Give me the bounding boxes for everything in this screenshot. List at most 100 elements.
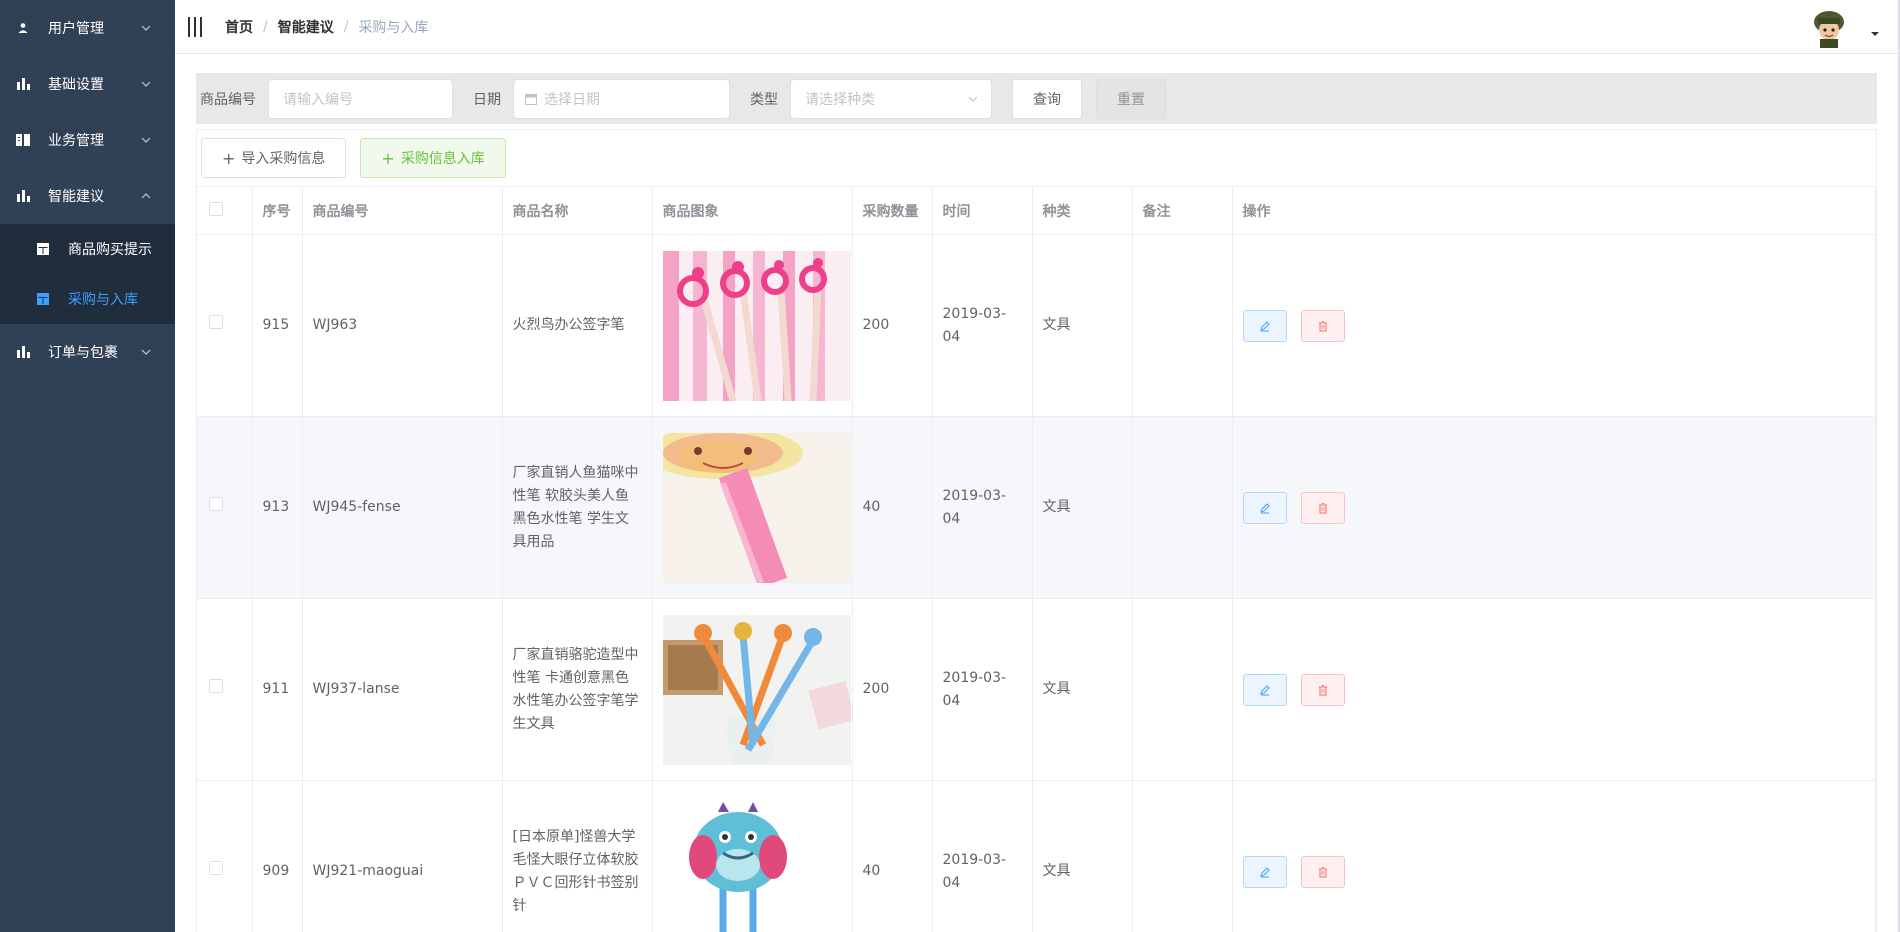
cell-name: 火烈鸟办公签字笔 <box>502 234 653 417</box>
delete-button[interactable] <box>1300 855 1345 888</box>
col-header-image[interactable]: 商品图象 <box>652 186 853 235</box>
cell-note <box>1132 780 1233 932</box>
breadcrumb: 首页 / 智能建议 / 采购与入库 <box>225 17 428 37</box>
cell-actions <box>1232 598 1876 781</box>
table-row[interactable]: 913 WJ945-fense 厂家直销人鱼猫咪中性笔 软胶头美人鱼黑色水性笔 … <box>197 416 1876 599</box>
cell-note <box>1132 598 1233 781</box>
sidebar-item-basic-settings[interactable]: 基础设置 <box>0 56 175 112</box>
cell-date: 2019-03-04 <box>932 234 1033 417</box>
sidebar-item-orders-packages[interactable]: 订单与包裹 <box>0 324 175 380</box>
cell-type: 文具 <box>1032 234 1133 417</box>
mermaid-cat-pen-image <box>662 432 851 583</box>
cell-image <box>652 234 853 417</box>
col-header-actions[interactable]: 操作 <box>1232 186 1876 235</box>
cell-note <box>1132 416 1233 599</box>
type-select[interactable]: 请选择种类 <box>790 78 992 119</box>
col-header-name[interactable]: 商品名称 <box>502 186 653 235</box>
sidebar-item-business-management[interactable]: 业务管理 <box>0 112 175 168</box>
cell-date: 2019-03-04 <box>932 780 1033 932</box>
book-icon <box>16 133 30 147</box>
filter-bar: 商品编号 请输入编号 日期 选择日期 类型 请选择种类 查询 重置 <box>196 73 1877 124</box>
row-checkbox[interactable] <box>209 315 223 329</box>
edit-button[interactable] <box>1242 855 1287 888</box>
col-header-code[interactable]: 商品编号 <box>302 186 503 235</box>
cell-id: 909 <box>252 780 303 932</box>
cell-qty: 40 <box>852 780 933 932</box>
edit-icon <box>1259 502 1270 513</box>
select-all-checkbox[interactable] <box>209 201 223 216</box>
trash-icon <box>1318 502 1327 513</box>
col-header-note[interactable]: 备注 <box>1132 186 1233 235</box>
trash-icon <box>1318 684 1327 695</box>
table-panel: + 导入采购信息 + 采购信息入库 序号 商品编号 商品名称 商品图象 采购数量… <box>196 129 1877 932</box>
flamingo-pens-image <box>662 250 851 401</box>
breadcrumb-home[interactable]: 首页 <box>225 17 253 37</box>
query-button[interactable]: 查询 <box>1012 78 1082 119</box>
sidebar-item-purchase-stock-in[interactable]: 采购与入库 <box>0 274 175 324</box>
edit-button[interactable] <box>1242 309 1287 342</box>
calendar-icon <box>525 93 537 105</box>
bar-chart-icon <box>16 189 30 203</box>
delete-button[interactable] <box>1300 491 1345 524</box>
chevron-up-icon <box>141 193 151 199</box>
date-label: 日期 <box>473 91 501 108</box>
type-placeholder: 请选择种类 <box>805 91 875 108</box>
col-header-type[interactable]: 种类 <box>1032 186 1133 235</box>
stock-in-button[interactable]: + 采购信息入库 <box>360 138 506 178</box>
col-header-qty[interactable]: 采购数量 <box>852 186 933 235</box>
row-checkbox[interactable] <box>209 497 223 511</box>
sidebar-item-label: 商品购买提示 <box>68 242 152 258</box>
import-purchase-label: 导入采购信息 <box>241 151 326 167</box>
cell-image <box>652 416 853 599</box>
code-search-input[interactable]: 请输入编号 <box>268 78 453 119</box>
top-navbar: 首页 / 智能建议 / 采购与入库 <box>175 0 1900 54</box>
chevron-down-icon <box>141 81 151 87</box>
cell-note <box>1132 234 1233 417</box>
cell-type: 文具 <box>1032 416 1133 599</box>
cell-code: WJ945-fense <box>302 416 503 599</box>
cell-qty: 200 <box>852 598 933 781</box>
sidebar-item-label: 业务管理 <box>48 133 104 149</box>
cell-image <box>652 598 853 781</box>
plus-icon: + <box>222 148 236 168</box>
cell-name: 厂家直销人鱼猫咪中性笔 软胶头美人鱼黑色水性笔 学生文具用品 <box>502 416 653 599</box>
sidebar-item-smart-suggestions[interactable]: 智能建议 <box>0 168 175 224</box>
monster-bookmark-image <box>662 796 851 932</box>
row-checkbox[interactable] <box>209 861 223 875</box>
delete-button[interactable] <box>1300 673 1345 706</box>
edit-button[interactable] <box>1242 491 1287 524</box>
col-header-date[interactable]: 时间 <box>932 186 1033 235</box>
delete-button[interactable] <box>1300 309 1345 342</box>
cell-code: WJ963 <box>302 234 503 417</box>
table-row[interactable]: 911 WJ937-lanse 厂家直销骆驼造型中性笔 卡通创意黑色水性笔办公签… <box>197 598 1876 781</box>
col-header-id[interactable]: 序号 <box>252 186 303 235</box>
table-row[interactable]: 915 WJ963 火烈鸟办公签字笔 200 2019-03-04 文具 <box>197 234 1876 417</box>
table-icon <box>36 242 50 256</box>
reset-button[interactable]: 重置 <box>1096 78 1166 119</box>
cell-code: WJ937-lanse <box>302 598 503 781</box>
plus-icon: + <box>381 148 395 168</box>
breadcrumb-separator: / <box>263 19 268 35</box>
avatar[interactable] <box>1808 6 1850 48</box>
trash-icon <box>1318 320 1327 331</box>
chevron-down-icon <box>141 349 151 355</box>
sidebar-item-label: 智能建议 <box>48 189 104 205</box>
caret-down-icon[interactable] <box>1870 30 1880 38</box>
sidebar-item-purchase-hints[interactable]: 商品购买提示 <box>0 224 175 274</box>
hamburger-icon[interactable] <box>187 17 203 37</box>
cell-id: 915 <box>252 234 303 417</box>
cell-actions <box>1232 234 1876 417</box>
table-row[interactable]: 909 WJ921-maoguai [日本原单]怪兽大学毛怪大眼仔立体软胶ＰＶＣ… <box>197 780 1876 932</box>
cell-date: 2019-03-04 <box>932 598 1033 781</box>
edit-button[interactable] <box>1242 673 1287 706</box>
sidebar-item-user-management[interactable]: 用户管理 <box>0 0 175 56</box>
breadcrumb-smart-suggestions[interactable]: 智能建议 <box>278 17 334 37</box>
submenu-smart-suggestions: 商品购买提示 采购与入库 <box>0 224 175 324</box>
date-picker-input[interactable]: 选择日期 <box>513 78 730 119</box>
edit-icon <box>1259 866 1270 877</box>
breadcrumb-current: 采购与入库 <box>358 20 429 36</box>
row-checkbox[interactable] <box>209 679 223 693</box>
import-purchase-button[interactable]: + 导入采购信息 <box>201 138 347 178</box>
sidebar: 用户管理 基础设置 业务管理 智能建议 商品购买提示 采购与入库 订单与包裹 <box>0 0 175 932</box>
sidebar-item-label: 订单与包裹 <box>48 345 118 361</box>
